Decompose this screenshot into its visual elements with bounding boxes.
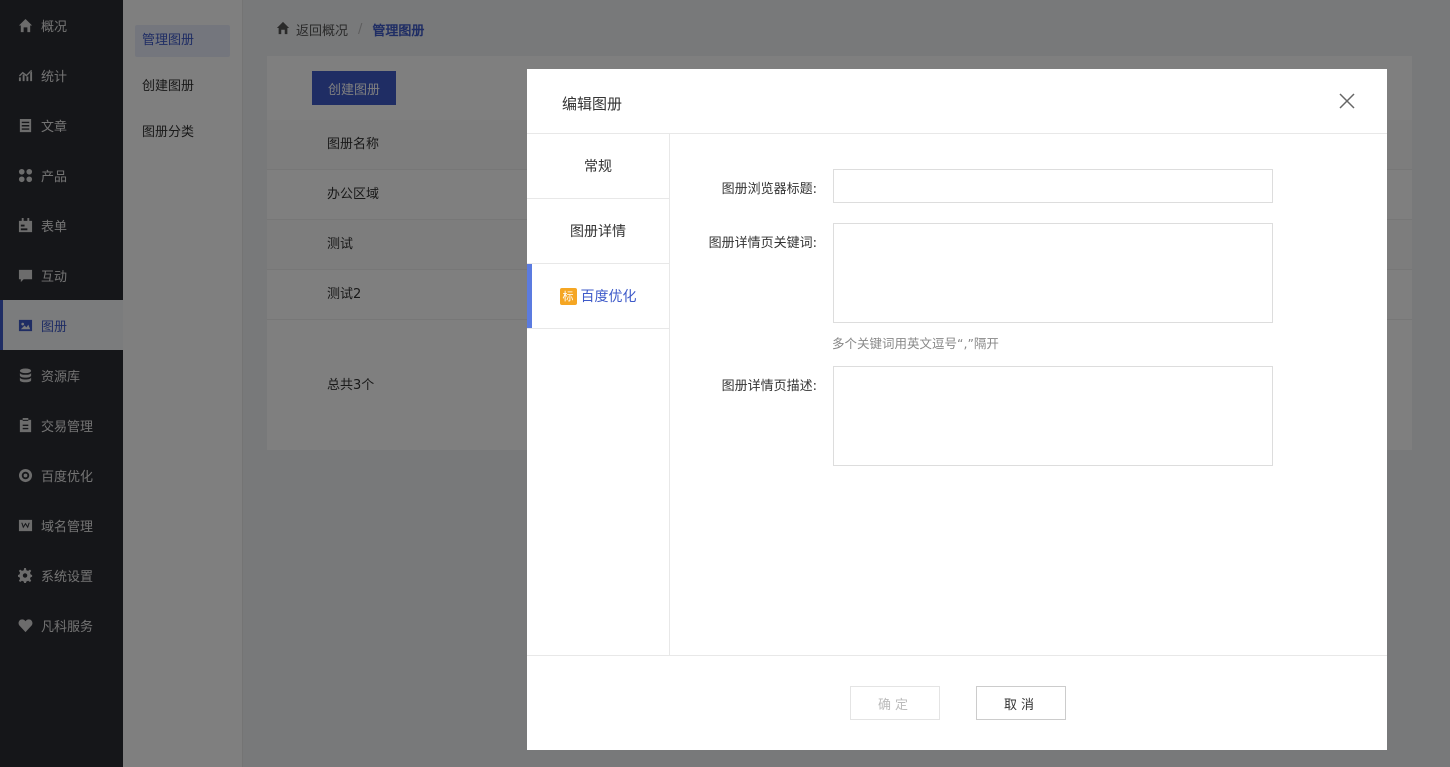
dialog-body: 常规 图册详情 标 百度优化 图册浏览器标题: 图册详情页关键词: 多个关键词用… — [527, 134, 1387, 655]
dialog-title: 编辑图册 — [562, 95, 623, 113]
dialog-header: 编辑图册 — [527, 69, 1387, 134]
description-label: 图册详情页描述: — [721, 379, 817, 394]
cancel-button[interactable]: 取消 — [976, 686, 1066, 720]
tab-general[interactable]: 常规 — [527, 134, 669, 199]
keywords-textarea[interactable] — [833, 223, 1273, 323]
tab-baidu-seo[interactable]: 标 百度优化 — [527, 264, 669, 329]
tab-gallery-details[interactable]: 图册详情 — [527, 199, 669, 264]
keywords-label: 图册详情页关键词: — [708, 236, 817, 251]
dialog-tabs: 常规 图册详情 标 百度优化 — [527, 134, 670, 655]
description-textarea[interactable] — [833, 366, 1273, 466]
tab-label: 图册详情 — [570, 224, 626, 240]
browser-title-input[interactable] — [833, 169, 1273, 203]
close-icon[interactable] — [1337, 91, 1357, 111]
dialog-footer: 确定 取消 — [527, 655, 1387, 750]
edit-gallery-dialog: 编辑图册 常规 图册详情 标 百度优化 图册浏览器标题: 图册详情页关键词: 多… — [527, 69, 1387, 750]
tag-icon: 标 — [559, 287, 577, 305]
keywords-hint: 多个关键词用英文逗号“,”隔开 — [832, 336, 999, 351]
tab-label: 百度优化 — [580, 289, 637, 305]
confirm-button[interactable]: 确定 — [850, 686, 940, 720]
tab-label: 常规 — [584, 159, 612, 175]
browser-title-label: 图册浏览器标题: — [721, 182, 817, 197]
seo-form: 图册浏览器标题: 图册详情页关键词: 多个关键词用英文逗号“,”隔开 图册详情页… — [670, 134, 1387, 655]
